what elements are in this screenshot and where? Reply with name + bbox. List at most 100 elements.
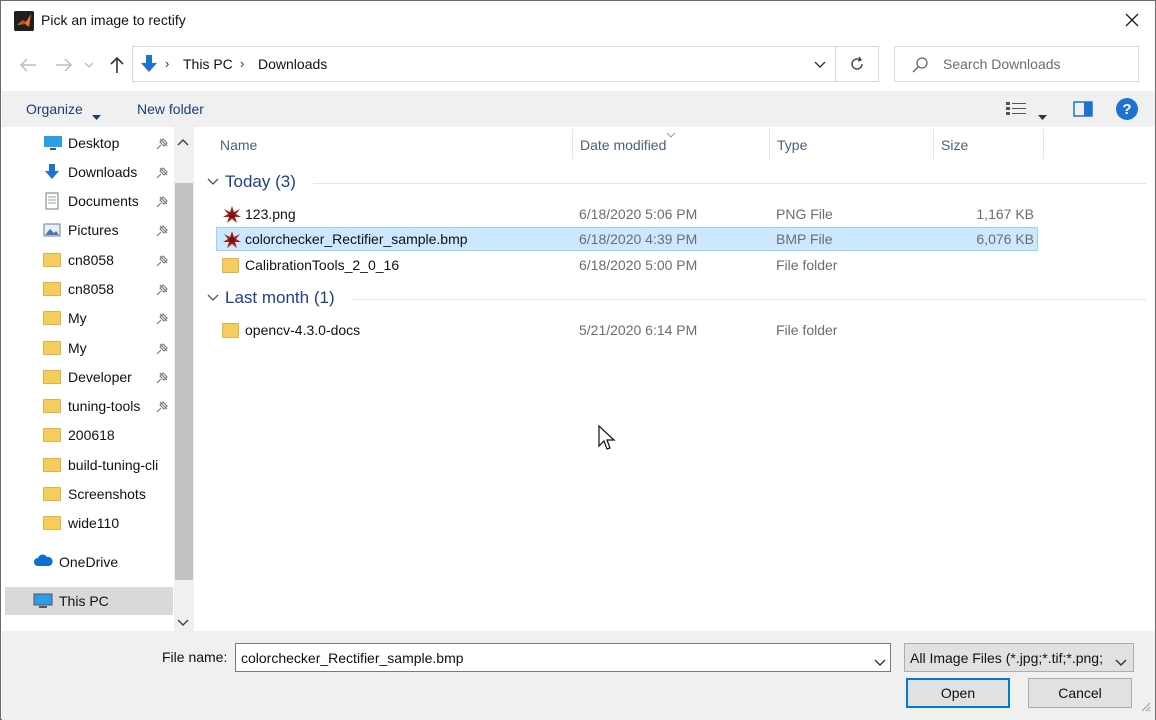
pin-icon[interactable] xyxy=(156,224,168,240)
pin-icon[interactable] xyxy=(156,283,168,299)
folder-icon xyxy=(43,514,61,532)
file-name-label: File name: xyxy=(162,649,228,665)
mouse-cursor-icon xyxy=(598,424,616,454)
sidebar-item-developer[interactable]: Developer xyxy=(5,363,173,391)
file-size: 1,167 KB xyxy=(976,206,1034,222)
file-name-value: colorchecker_Rectifier_sample.bmp xyxy=(241,650,464,666)
sidebar-item-pictures[interactable]: Pictures xyxy=(5,216,173,244)
caret-down-icon xyxy=(92,107,101,123)
resize-grip-icon[interactable] xyxy=(1141,699,1151,715)
sidebar-item-label: Downloads xyxy=(68,164,138,180)
documents-icon xyxy=(43,192,61,210)
sidebar-item-onedrive[interactable]: OneDrive xyxy=(5,548,173,576)
sidebar-item-desktop[interactable]: Desktop xyxy=(5,129,173,157)
breadcrumb-downloads[interactable]: Downloads xyxy=(258,56,327,72)
file-type-filter-select[interactable]: All Image Files (*.jpg;*.tif;*.png; xyxy=(904,643,1134,672)
search-input[interactable]: Search Downloads xyxy=(894,46,1139,82)
column-header-name[interactable]: Name xyxy=(220,137,257,167)
view-options-icon[interactable] xyxy=(1005,101,1027,120)
file-type: PNG File xyxy=(776,206,833,222)
column-divider[interactable] xyxy=(933,129,934,159)
chevron-down-icon xyxy=(207,178,219,185)
pin-icon[interactable] xyxy=(156,312,168,328)
pin-icon[interactable] xyxy=(156,400,168,416)
back-button[interactable] xyxy=(16,53,40,77)
organize-button[interactable]: Organize xyxy=(26,101,83,117)
file-name-field[interactable]: colorchecker_Rectifier_sample.bmp xyxy=(235,643,891,672)
column-divider[interactable] xyxy=(572,129,573,159)
folder-icon xyxy=(43,456,61,474)
sidebar-item-my[interactable]: My xyxy=(5,304,173,332)
sidebar-item-cn8058[interactable]: cn8058 xyxy=(5,246,173,274)
scroll-down-icon[interactable] xyxy=(177,614,189,630)
file-row[interactable]: 123.png 6/18/2020 5:06 PM PNG File 1,167… xyxy=(216,202,1038,226)
sidebar-item-wide110[interactable]: wide110 xyxy=(5,509,173,537)
sidebar-item-label: This PC xyxy=(59,593,109,609)
chevron-down-icon[interactable] xyxy=(874,653,886,669)
sidebar-item-cn8058[interactable]: cn8058 xyxy=(5,275,173,303)
search-icon xyxy=(911,56,929,77)
sidebar-item-build-tuning-cli[interactable]: build-tuning-cli xyxy=(5,451,173,479)
sidebar-item-screenshots[interactable]: Screenshots xyxy=(5,480,173,508)
new-folder-button[interactable]: New folder xyxy=(137,101,204,117)
address-history-dropdown[interactable] xyxy=(805,47,835,81)
cancel-button[interactable]: Cancel xyxy=(1028,678,1132,708)
sidebar-item-my[interactable]: My xyxy=(5,334,173,362)
chevron-down-icon xyxy=(1115,653,1127,669)
sidebar-scrollbar-thumb[interactable] xyxy=(175,183,193,580)
file-date: 6/18/2020 5:06 PM xyxy=(579,206,698,222)
scroll-up-icon[interactable] xyxy=(177,133,189,149)
breadcrumb-this-pc[interactable]: This PC xyxy=(183,56,233,72)
column-header-date[interactable]: Date modified xyxy=(580,137,666,167)
recent-locations-button[interactable] xyxy=(81,53,97,77)
matlab-app-icon xyxy=(14,11,34,31)
folder-icon xyxy=(43,426,61,444)
column-divider[interactable] xyxy=(1043,129,1044,159)
column-header-size[interactable]: Size xyxy=(941,137,968,167)
column-divider[interactable] xyxy=(769,129,770,159)
pin-icon[interactable] xyxy=(156,342,168,358)
pin-icon[interactable] xyxy=(156,137,168,153)
refresh-button[interactable] xyxy=(835,47,878,81)
column-header-type[interactable]: Type xyxy=(777,137,807,167)
file-size: 6,076 KB xyxy=(976,231,1034,247)
sidebar-item-documents[interactable]: Documents xyxy=(5,187,173,215)
help-button[interactable]: ? xyxy=(1116,98,1138,120)
folder-icon xyxy=(43,280,61,298)
file-open-dialog: Pick an image to rectify › This PC › Dow… xyxy=(0,0,1156,720)
sidebar-item-label: tuning-tools xyxy=(68,398,141,414)
pin-icon[interactable] xyxy=(156,166,168,182)
file-name: CalibrationTools_2_0_16 xyxy=(245,257,400,273)
forward-button[interactable] xyxy=(52,53,76,77)
image-file-icon xyxy=(222,230,241,248)
sidebar-item-200618[interactable]: 200618 xyxy=(5,421,173,449)
sort-indicator-icon xyxy=(666,125,676,141)
pin-icon[interactable] xyxy=(156,195,168,211)
sidebar-item-label: 200618 xyxy=(68,427,115,443)
preview-pane-icon[interactable] xyxy=(1073,101,1093,120)
open-button[interactable]: Open xyxy=(906,678,1010,708)
sidebar-item-downloads[interactable]: Downloads xyxy=(5,158,173,186)
file-row-selected[interactable]: colorchecker_Rectifier_sample.bmp 6/18/2… xyxy=(216,227,1038,251)
desktop-icon xyxy=(43,134,62,152)
search-placeholder: Search Downloads xyxy=(943,56,1061,72)
pictures-icon xyxy=(43,221,61,239)
address-bar[interactable]: › This PC › Downloads xyxy=(132,46,879,82)
sidebar-item-this-pc[interactable]: This PC xyxy=(5,587,173,615)
file-date: 6/18/2020 5:00 PM xyxy=(579,257,698,273)
file-name: colorchecker_Rectifier_sample.bmp xyxy=(245,231,468,247)
sidebar-item-label: Documents xyxy=(68,193,139,209)
sidebar-item-label: Developer xyxy=(68,369,132,385)
pin-icon[interactable] xyxy=(156,254,168,270)
up-button[interactable] xyxy=(105,53,129,77)
folder-icon xyxy=(43,339,61,357)
file-row[interactable]: opencv-4.3.0-docs 5/21/2020 6:14 PM File… xyxy=(216,318,1038,342)
pin-icon[interactable] xyxy=(156,371,168,387)
file-row[interactable]: CalibrationTools_2_0_16 6/18/2020 5:00 P… xyxy=(216,253,1038,277)
sidebar-item-tuning-tools[interactable]: tuning-tools xyxy=(5,392,173,420)
close-icon xyxy=(1125,13,1139,27)
close-button[interactable] xyxy=(1109,1,1155,39)
sidebar-item-label: wide110 xyxy=(68,515,120,531)
file-type: File folder xyxy=(776,257,838,273)
view-dropdown-icon[interactable] xyxy=(1038,107,1047,123)
